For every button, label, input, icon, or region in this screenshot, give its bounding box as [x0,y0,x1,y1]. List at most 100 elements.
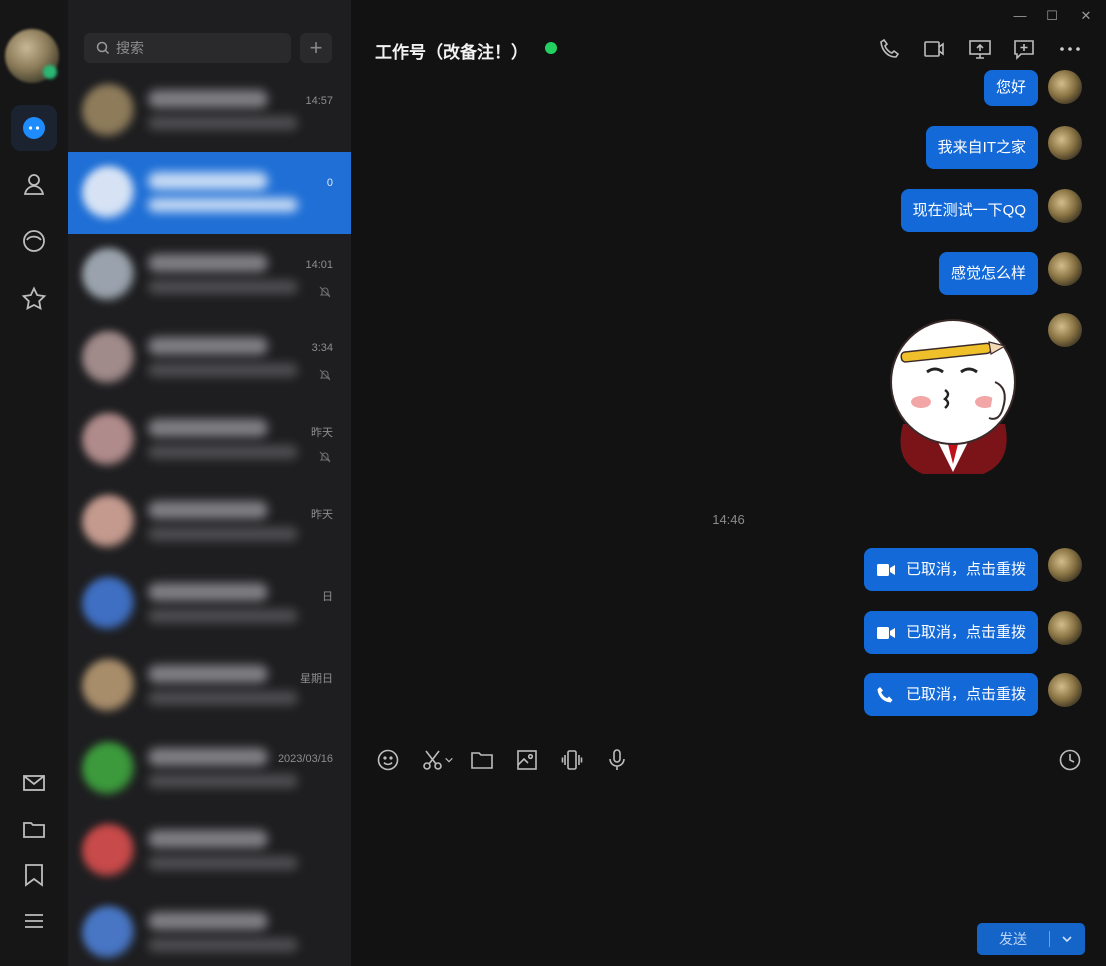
contacts-nav-button[interactable] [11,161,57,207]
sender-avatar[interactable] [1048,548,1082,582]
conversation-preview-redacted [148,198,298,213]
conversation-item[interactable]: 2023/03/16 [68,728,351,810]
search-input[interactable] [116,40,276,56]
screenshot-dropdown[interactable] [443,746,455,774]
new-chat-button[interactable] [1011,36,1037,62]
chat-header: — ☐ ✕ 工作号（改备注！） [351,0,1106,74]
plus-icon: + [309,35,323,60]
video-camera-icon [924,41,944,57]
star-icon [21,286,47,311]
maximize-icon: ☐ [1046,8,1058,23]
conversation-avatar[interactable] [82,659,136,714]
sender-avatar[interactable] [1048,252,1082,286]
send-button[interactable]: 发送 [977,923,1085,955]
close-button[interactable]: ✕ [1077,8,1095,24]
message-bubble[interactable]: 感觉怎么样 [938,252,1038,295]
mail-nav-button[interactable] [11,760,57,806]
emoji-button[interactable] [374,746,402,774]
call-record-bubble[interactable]: 已取消，点击重拨 [863,673,1038,716]
bookmarks-nav-button[interactable] [11,852,57,898]
sender-avatar[interactable] [1048,70,1082,104]
maximize-button[interactable]: ☐ [1043,8,1061,24]
message-row: 您好 [983,70,1082,106]
sender-avatar[interactable] [1048,673,1082,707]
conversation-item[interactable]: 14:57 [68,70,351,152]
more-options-button[interactable] [1057,36,1083,62]
conversation-avatar[interactable] [82,412,136,467]
call-record-row: 已取消，点击重拨 [863,673,1082,716]
sender-avatar[interactable] [1048,611,1082,645]
sender-avatar[interactable] [1048,189,1082,223]
message-bubble[interactable]: 您好 [983,70,1038,106]
conversation-item[interactable]: 星期日 [68,645,351,727]
hamburger-menu-icon [25,914,43,928]
conversation-item[interactable] [68,810,351,892]
message-row: 我来自IT之家 [925,126,1082,169]
conversation-preview-redacted [148,527,298,541]
search-box[interactable] [84,33,291,63]
conversation-avatar[interactable] [82,330,136,385]
conversation-name-redacted [148,829,268,848]
muted-bell-icon [319,451,331,466]
send-file-button[interactable] [468,746,496,774]
conversation-item[interactable]: 昨天 [68,399,351,481]
my-avatar[interactable] [5,29,59,83]
vibrate-phone-icon [561,750,583,770]
conversation-avatar[interactable] [82,823,136,878]
add-message-icon [1014,40,1034,60]
voice-call-button[interactable] [877,36,903,62]
message-history-button[interactable] [1056,746,1084,774]
conversation-item[interactable]: 14:01 [68,234,351,316]
sender-avatar[interactable] [1048,126,1082,160]
conversation-avatar[interactable] [82,166,136,221]
conversation-item[interactable] [68,892,351,966]
files-nav-button[interactable] [11,806,57,852]
conversation-preview-redacted [148,773,298,788]
voice-message-button[interactable] [603,746,631,774]
minimize-button[interactable]: — [1011,8,1029,23]
clock-icon [1059,749,1081,771]
call-record-bubble[interactable]: 已取消，点击重拨 [863,611,1038,654]
favorites-nav-button[interactable] [11,276,57,322]
folder-icon [471,752,493,769]
muted-bell-icon [319,286,331,301]
microphone-icon [609,749,625,770]
video-call-button[interactable] [921,36,947,62]
send-options-dropdown[interactable] [1050,933,1084,945]
sticker-message-row [1048,313,1082,347]
conversation-avatar[interactable] [82,248,136,303]
muted-bell-icon [319,369,331,384]
sticker-image[interactable] [883,312,1023,484]
conversation-name-redacted [148,665,268,684]
message-bubble[interactable]: 我来自IT之家 [925,126,1038,169]
message-bubble[interactable]: 现在测试一下QQ [900,189,1038,232]
main-menu-button[interactable] [11,898,57,944]
conversation-avatar[interactable] [82,577,136,632]
conversation-name-redacted [148,336,268,355]
chat-title[interactable]: 工作号（改备注！） [375,38,528,63]
conversation-name-redacted [148,418,268,437]
conversation-item[interactable]: 0 [68,152,351,235]
call-status-text: 已取消，点击重拨 [905,686,1026,703]
add-button[interactable]: + [300,33,332,63]
conversation-item[interactable]: 昨天 [68,481,351,563]
screen-share-button[interactable] [967,36,993,62]
minimize-icon: — [1013,8,1027,23]
smiley-icon [377,749,399,771]
conversation-avatar[interactable] [82,495,136,549]
conversation-preview-redacted [148,362,298,377]
time-separator: 14:46 [712,512,745,527]
conversation-preview-redacted [148,444,298,459]
conversation-item[interactable]: 3:34 [68,317,351,399]
shake-button[interactable] [558,746,586,774]
conversation-list: + 14:57014:013:34昨天昨天日星期日2023/03/16 [68,0,351,966]
space-nav-button[interactable] [11,218,57,264]
send-image-button[interactable] [513,746,541,774]
conversation-item[interactable]: 日 [68,563,351,645]
sender-avatar[interactable] [1048,313,1082,347]
messages-nav-button[interactable] [11,105,57,151]
conversation-avatar[interactable] [82,906,136,960]
call-record-bubble[interactable]: 已取消，点击重拨 [863,548,1038,591]
conversation-avatar[interactable] [82,741,136,796]
conversation-avatar[interactable] [82,84,136,138]
